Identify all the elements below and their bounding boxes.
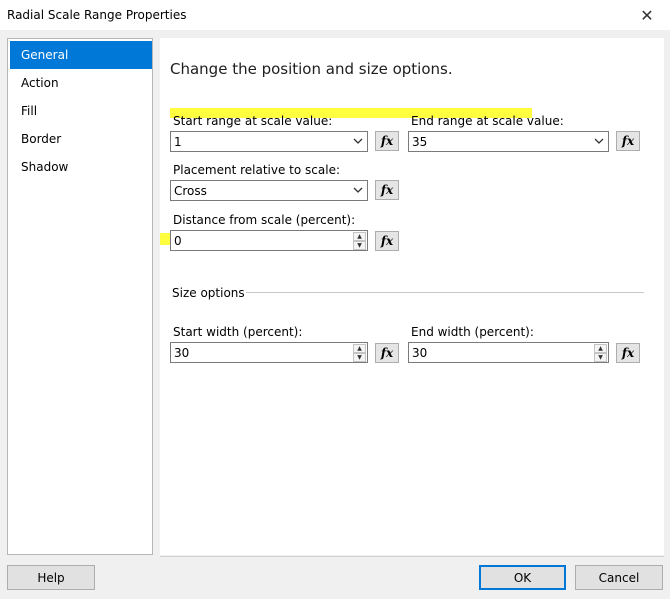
fx-icon: fx: [380, 346, 394, 360]
end-width-spinner[interactable]: ▲ ▼: [594, 344, 607, 362]
page-title: Change the position and size options.: [170, 60, 453, 78]
help-button[interactable]: Help: [7, 565, 95, 590]
end-range-expression-button[interactable]: fx: [616, 131, 640, 151]
fx-icon: fx: [380, 234, 394, 248]
close-icon: ✕: [640, 5, 654, 25]
distance-expression-button[interactable]: fx: [375, 231, 399, 251]
cancel-button[interactable]: Cancel: [575, 565, 663, 590]
sidebar-item-shadow[interactable]: Shadow: [10, 153, 152, 181]
sidebar: General Action Fill Border Shadow: [7, 38, 153, 555]
fx-icon: fx: [380, 134, 394, 148]
chevron-down-icon: [594, 138, 604, 144]
fx-icon: fx: [380, 183, 394, 197]
distance-value: 0: [174, 234, 182, 248]
window-title: Radial Scale Range Properties: [7, 8, 187, 22]
distance-spinner[interactable]: ▲ ▼: [353, 232, 366, 250]
start-width-spinbox[interactable]: 30 ▲ ▼: [170, 342, 368, 363]
end-range-value: 35: [412, 135, 428, 149]
sidebar-item-general[interactable]: General: [10, 41, 152, 69]
start-width-spinner[interactable]: ▲ ▼: [353, 344, 366, 362]
spin-up-icon[interactable]: ▲: [353, 232, 366, 241]
start-range-expression-button[interactable]: fx: [375, 131, 399, 151]
sidebar-item-action[interactable]: Action: [10, 69, 152, 97]
start-range-value: 1: [174, 135, 182, 149]
spin-up-icon[interactable]: ▲: [594, 344, 607, 353]
end-width-spinbox[interactable]: 30 ▲ ▼: [408, 342, 609, 363]
fx-icon: fx: [621, 134, 635, 148]
chevron-down-icon: [353, 138, 363, 144]
chevron-down-icon: [353, 187, 363, 193]
start-range-label: Start range at scale value:: [173, 114, 333, 128]
title-bar: Radial Scale Range Properties ✕: [0, 0, 670, 30]
size-options-heading: Size options: [172, 286, 245, 300]
sidebar-item-border[interactable]: Border: [10, 125, 152, 153]
sidebar-item-fill[interactable]: Fill: [10, 97, 152, 125]
spin-up-icon[interactable]: ▲: [353, 344, 366, 353]
placement-label: Placement relative to scale:: [173, 163, 341, 177]
ok-button[interactable]: OK: [479, 565, 566, 590]
placement-combobox[interactable]: Cross: [170, 180, 368, 201]
spin-down-icon[interactable]: ▼: [594, 353, 607, 362]
end-width-label: End width (percent):: [411, 325, 534, 339]
end-width-value: 30: [412, 346, 428, 360]
start-range-combobox[interactable]: 1: [170, 131, 368, 152]
start-width-value: 30: [174, 346, 190, 360]
distance-spinbox[interactable]: 0 ▲ ▼: [170, 230, 368, 251]
main-panel: Change the position and size options. St…: [160, 38, 664, 555]
start-width-label: Start width (percent):: [173, 325, 303, 339]
end-width-expression-button[interactable]: fx: [616, 343, 640, 363]
end-range-combobox[interactable]: 35: [408, 131, 609, 152]
close-button[interactable]: ✕: [624, 0, 670, 30]
spin-down-icon[interactable]: ▼: [353, 241, 366, 250]
placement-expression-button[interactable]: fx: [375, 180, 399, 200]
placement-value: Cross: [174, 184, 207, 198]
group-divider: [246, 292, 644, 293]
fx-icon: fx: [621, 346, 635, 360]
end-range-label: End range at scale value:: [411, 114, 564, 128]
footer-divider: [160, 556, 664, 557]
distance-label: Distance from scale (percent):: [173, 213, 356, 227]
spin-down-icon[interactable]: ▼: [353, 353, 366, 362]
start-width-expression-button[interactable]: fx: [375, 343, 399, 363]
